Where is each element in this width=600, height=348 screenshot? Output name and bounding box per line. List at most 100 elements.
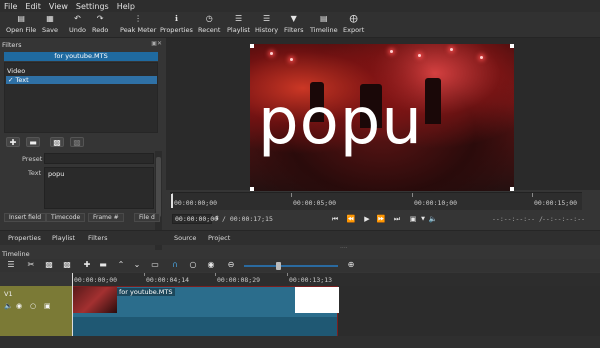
video-preview[interactable]: popu: [250, 44, 514, 191]
fast-forward-icon[interactable]: ⏩: [376, 214, 386, 224]
text-field[interactable]: popu: [44, 167, 154, 209]
tab-source[interactable]: Source: [174, 234, 196, 242]
paste-icon[interactable]: ▩: [62, 260, 72, 270]
zoom-out-icon[interactable]: ⊖: [226, 260, 236, 270]
clip-audio-waveform: [73, 317, 337, 337]
overwrite-icon[interactable]: ⌄: [132, 260, 142, 270]
peak-meter-button[interactable]: ⋮ Peak Meter: [120, 14, 156, 34]
save-button[interactable]: ▦ Save: [42, 14, 58, 34]
stage-light: [390, 50, 393, 53]
history-button[interactable]: ☰ History: [255, 14, 278, 34]
zoom-icon[interactable]: ▣: [408, 214, 418, 224]
timeline-clip[interactable]: for youtube.MTS: [72, 286, 339, 337]
zoom-in-icon[interactable]: ⊕: [346, 260, 356, 270]
menu-view[interactable]: View: [49, 2, 68, 11]
eye-icon[interactable]: ◉: [16, 302, 22, 310]
resize-handle[interactable]: [250, 44, 254, 48]
remove-icon[interactable]: ▬: [98, 260, 108, 270]
tab-playlist[interactable]: Playlist: [52, 234, 75, 242]
track-area-v1[interactable]: for youtube.MTS: [72, 286, 600, 337]
track-name: V1: [4, 290, 13, 298]
zoom-slider-track[interactable]: [244, 265, 338, 267]
resize-handle[interactable]: [510, 187, 514, 191]
panel-float-close-icon[interactable]: ▣✕: [151, 40, 162, 47]
ruler-label: 00:00:04;14: [146, 276, 190, 284]
folder-icon: ▤: [17, 14, 25, 23]
position-timecode[interactable]: 00:00:00;00: [172, 214, 218, 224]
append-icon[interactable]: ✚: [82, 260, 92, 270]
copy-icon[interactable]: ▩: [44, 260, 54, 270]
file-date-button[interactable]: File d: [134, 213, 160, 222]
ruler-label: 00:00:05;00: [293, 199, 337, 207]
split-icon[interactable]: ▭: [150, 260, 160, 270]
skip-next-icon[interactable]: ⏭: [392, 214, 402, 224]
menu-help[interactable]: Help: [117, 2, 135, 11]
preset-label: Preset: [22, 155, 43, 163]
history-icon: ☰: [262, 14, 271, 23]
mute-icon[interactable]: 🔈: [4, 302, 13, 310]
scrub-icon[interactable]: ○: [188, 260, 198, 270]
stage-light: [480, 56, 483, 59]
ruler-tick: [287, 273, 288, 276]
viewer-playhead[interactable]: [171, 194, 173, 208]
clock-icon: ◷: [205, 14, 213, 23]
menu-icon[interactable]: ☰: [6, 260, 16, 270]
redo-button[interactable]: ↷ Redo: [92, 14, 108, 34]
viewer-ruler[interactable]: 00:00:00;00 00:00:05;00 00:00:10;00 00:0…: [170, 192, 582, 210]
timecode-spin-icon[interactable]: ⇕: [212, 214, 222, 224]
export-icon: ⨁: [349, 14, 358, 23]
play-icon[interactable]: ▶: [362, 214, 372, 224]
preset-dropdown[interactable]: [44, 153, 154, 164]
open-file-button[interactable]: ▤ Open File: [6, 14, 36, 34]
insert-field-button[interactable]: Insert field: [4, 213, 47, 222]
frame-number-button[interactable]: Frame #: [88, 213, 124, 222]
filter-item-text[interactable]: ✓ Text: [6, 76, 157, 84]
lift-icon[interactable]: ⌃: [116, 260, 126, 270]
rewind-icon[interactable]: ⏪: [346, 214, 356, 224]
add-filter-button[interactable]: ✚: [6, 137, 20, 147]
paste-filter-button[interactable]: ▩: [70, 137, 84, 147]
tab-filters[interactable]: Filters: [88, 234, 107, 242]
filter-list: Video ✓ Text: [4, 62, 158, 133]
timeline-button[interactable]: ▤ Timeline: [310, 14, 338, 34]
ripple-icon[interactable]: ◉: [206, 260, 216, 270]
plus-icon: ✚: [9, 137, 17, 147]
recent-button[interactable]: ◷ Recent: [198, 14, 220, 34]
tab-project[interactable]: Project: [208, 234, 230, 242]
skip-previous-icon[interactable]: ⏮: [330, 214, 340, 224]
snap-icon[interactable]: ∩: [170, 260, 180, 270]
resize-handle[interactable]: [510, 44, 514, 48]
resize-handle[interactable]: [250, 187, 254, 191]
menu-file[interactable]: File: [4, 2, 17, 11]
lock-icon[interactable]: ▣: [44, 302, 51, 310]
volume-icon[interactable]: 🔈: [428, 214, 438, 224]
ruler-label: 00:00:00;00: [174, 199, 218, 207]
zoom-slider-handle[interactable]: [276, 262, 281, 270]
clip-name: for youtube.MTS: [117, 288, 175, 296]
right-tab-bar: Source Project: [166, 230, 600, 245]
cut-icon[interactable]: ✂: [26, 260, 36, 270]
video-overlay-text[interactable]: popu: [258, 90, 423, 154]
remove-filter-button[interactable]: ▬: [26, 137, 40, 147]
tab-properties[interactable]: Properties: [8, 234, 41, 242]
menu-edit[interactable]: Edit: [25, 2, 41, 11]
ruler-tick: [215, 273, 216, 276]
menu-settings[interactable]: Settings: [76, 2, 109, 11]
copy-filter-button[interactable]: ▩: [50, 137, 64, 147]
main-toolbar: ▤ Open File ▦ Save ↶ Undo ↷ Redo ⋮ Peak …: [0, 12, 600, 38]
timeline-ruler[interactable]: 00:00:00;00 00:00:04;14 00:00:08;29 00:0…: [72, 273, 600, 286]
timecode-button[interactable]: Timecode: [46, 213, 86, 222]
peak-meter-icon: ⋮: [134, 14, 143, 23]
playlist-button[interactable]: ☰ Playlist: [227, 14, 250, 34]
track-header-v1[interactable]: V1 🔈 ◉ ○ ▣: [0, 286, 72, 336]
timeline-scrollbar[interactable]: [0, 336, 600, 348]
filter-group-video: Video: [7, 67, 26, 75]
export-button[interactable]: ⨁ Export: [343, 14, 364, 34]
filters-button[interactable]: ▼ Filters: [284, 14, 303, 34]
ruler-tick: [412, 193, 413, 197]
chevron-down-icon[interactable]: ▼: [418, 214, 428, 224]
properties-button[interactable]: ℹ Properties: [160, 14, 193, 34]
undo-button[interactable]: ↶ Undo: [69, 14, 86, 34]
scrollbar-thumb[interactable]: [156, 157, 161, 217]
composite-icon[interactable]: ○: [30, 302, 36, 310]
